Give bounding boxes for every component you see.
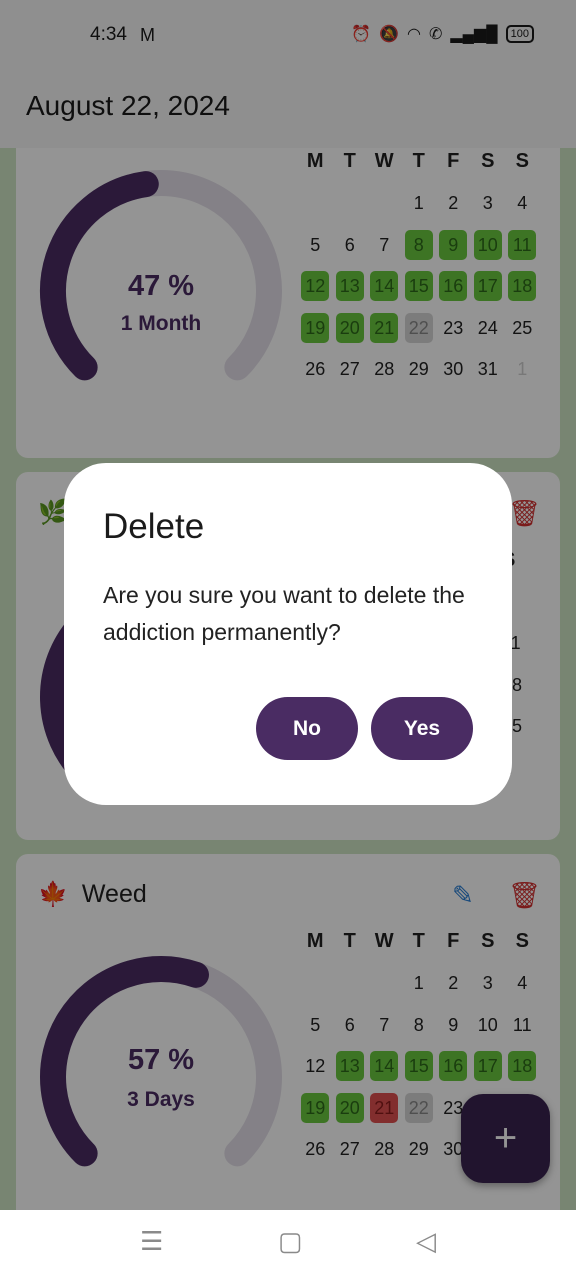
no-button[interactable]: No bbox=[256, 697, 358, 760]
back-icon[interactable]: ◁ bbox=[416, 1226, 436, 1257]
home-icon[interactable]: ▢ bbox=[278, 1226, 303, 1257]
system-nav-bar: ☰ ▢ ◁ bbox=[0, 1210, 576, 1280]
menu-icon[interactable]: ☰ bbox=[140, 1226, 163, 1257]
delete-dialog: Delete Are you sure you want to delete t… bbox=[64, 463, 512, 805]
dialog-title: Delete bbox=[103, 507, 205, 546]
dialog-message: Are you sure you want to delete the addi… bbox=[103, 582, 465, 645]
yes-button[interactable]: Yes bbox=[371, 697, 473, 760]
